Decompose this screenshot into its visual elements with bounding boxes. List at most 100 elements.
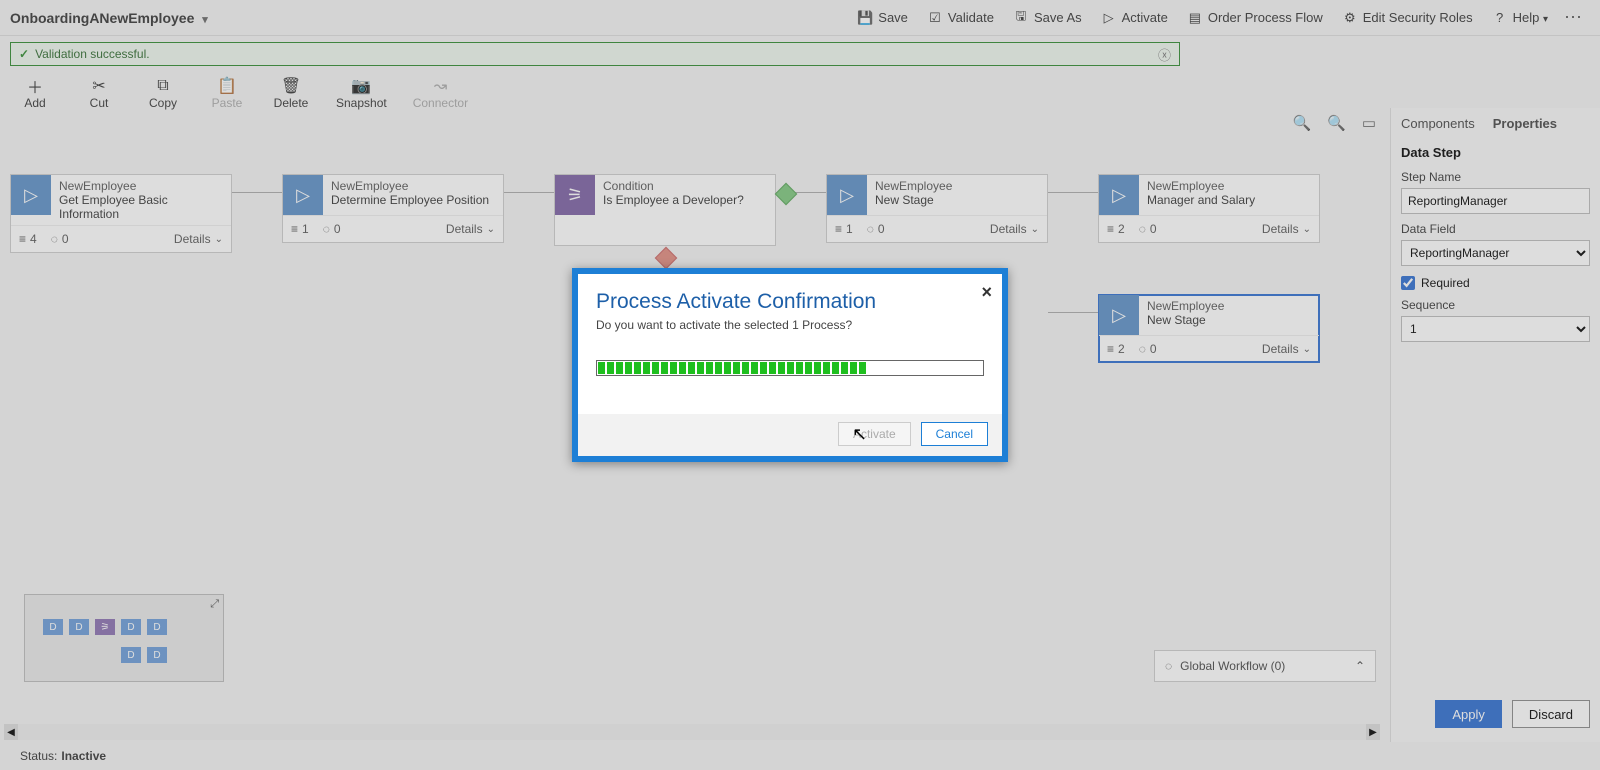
zoom-out-icon[interactable]: 🔍 xyxy=(1292,114,1311,132)
snapshot-icon: 📷 xyxy=(351,76,371,96)
stage-icon: ▷ xyxy=(827,175,867,215)
details-toggle[interactable]: Details⌄ xyxy=(446,222,495,236)
steps-icon: ≡ xyxy=(835,222,842,236)
paste-icon: 📋 xyxy=(217,76,237,96)
save-label: Save xyxy=(878,10,908,25)
minimap[interactable]: ⤢ D D ⚞ D D D D xyxy=(24,594,224,682)
stage-icon: ▷ xyxy=(283,175,323,215)
steps-icon: ≡ xyxy=(291,222,298,236)
node-entity: NewEmployee xyxy=(875,179,1039,193)
edit-security-roles-button[interactable]: ⚙ Edit Security Roles xyxy=(1333,6,1483,29)
step-name-input[interactable] xyxy=(1401,188,1590,214)
sequence-select[interactable]: 1 xyxy=(1401,316,1590,342)
delete-tool[interactable]: 🗑Delete xyxy=(272,76,310,110)
workflow-icon: ◌ xyxy=(1165,659,1172,673)
tab-properties[interactable]: Properties xyxy=(1493,116,1557,131)
dialog-cancel-button[interactable]: Cancel xyxy=(921,422,988,446)
connector-icon: ↝ xyxy=(434,76,447,96)
steps-icon: ≡ xyxy=(19,232,26,246)
validation-close-icon[interactable]: ⓧ xyxy=(1158,45,1171,64)
required-checkbox[interactable] xyxy=(1401,276,1415,290)
validation-message: Validation successful. xyxy=(35,47,150,61)
stage-icon: ▷ xyxy=(11,175,51,215)
chevron-down-icon: ▾ xyxy=(202,14,208,26)
activate-button[interactable]: ▷ Activate xyxy=(1092,6,1178,29)
node-entity: NewEmployee xyxy=(1147,179,1311,193)
node-entity: NewEmployee xyxy=(59,179,223,193)
stage-node[interactable]: ▷ NewEmployee New Stage ≡1 ◌0 Details⌄ xyxy=(826,174,1048,243)
app-header: OnboardingANewEmployee ▾ 💾 Save ☑ Valida… xyxy=(0,0,1600,36)
add-icon: ＋ xyxy=(27,76,43,96)
activate-label: Activate xyxy=(1122,10,1168,25)
workflow-icon: ◌ xyxy=(323,222,330,236)
workflow-icon: ◌ xyxy=(867,222,874,236)
node-name: Manager and Salary xyxy=(1147,193,1311,207)
validate-icon: ☑ xyxy=(928,11,942,25)
stage-node-selected[interactable]: ▷ NewEmployee New Stage ≡2 ◌0 Details⌄ xyxy=(1098,294,1320,363)
discard-button[interactable]: Discard xyxy=(1512,700,1590,728)
progress-bar xyxy=(596,360,984,376)
node-name: Determine Employee Position xyxy=(331,193,495,207)
workflow-icon: ◌ xyxy=(1139,342,1146,356)
wf-count: 0 xyxy=(62,232,69,246)
apply-button[interactable]: Apply xyxy=(1435,700,1502,728)
dialog-close-icon[interactable]: × xyxy=(981,282,992,303)
scroll-right-icon[interactable]: ▶ xyxy=(1366,724,1380,740)
steps-count: 2 xyxy=(1118,342,1125,356)
fit-screen-icon[interactable]: ▭ xyxy=(1362,114,1376,132)
minimap-expand-icon[interactable]: ⤢ xyxy=(210,598,219,611)
security-label: Edit Security Roles xyxy=(1363,10,1473,25)
steps-icon: ≡ xyxy=(1107,222,1114,236)
wf-count: 0 xyxy=(878,222,885,236)
status-label: Status: xyxy=(20,749,57,763)
tab-components[interactable]: Components xyxy=(1401,116,1475,131)
wf-count: 0 xyxy=(1150,342,1157,356)
stage-node[interactable]: ▷ NewEmployee Get Employee Basic Informa… xyxy=(10,174,232,253)
details-toggle[interactable]: Details ⌄ xyxy=(990,222,1039,236)
required-label: Required xyxy=(1421,276,1470,290)
connector-line xyxy=(1048,312,1098,313)
scroll-left-icon[interactable]: ◀ xyxy=(4,724,18,740)
validate-button[interactable]: ☑ Validate xyxy=(918,6,1004,29)
stage-node[interactable]: ▷ NewEmployee Determine Employee Positio… xyxy=(282,174,504,243)
save-as-button[interactable]: 🖫 Save As xyxy=(1004,6,1092,29)
cut-tool[interactable]: ✂Cut xyxy=(80,76,118,110)
copy-tool[interactable]: ⧉Copy xyxy=(144,76,182,110)
node-entity: NewEmployee xyxy=(331,179,495,193)
security-icon: ⚙ xyxy=(1343,11,1357,25)
chevron-down-icon: ⌄ xyxy=(215,234,223,245)
global-workflow-label: Global Workflow (0) xyxy=(1180,659,1285,673)
data-field-select[interactable]: ReportingManager xyxy=(1401,240,1590,266)
panel-section-title: Data Step xyxy=(1401,145,1590,160)
help-button[interactable]: ? Help ▾ xyxy=(1483,6,1558,29)
workflow-icon: ◌ xyxy=(51,232,58,246)
process-title-text: OnboardingANewEmployee xyxy=(10,10,194,26)
dialog-activate-button: Activate xyxy=(838,422,911,446)
add-tool[interactable]: ＋Add xyxy=(16,76,54,110)
save-button[interactable]: 💾 Save xyxy=(848,6,918,29)
zoom-in-icon[interactable]: 🔍 xyxy=(1327,114,1346,132)
details-toggle[interactable]: Details⌄ xyxy=(1262,342,1311,356)
zoom-controls: 🔍 🔍 ▭ xyxy=(1292,114,1376,132)
properties-panel: Components Properties Data Step Step Nam… xyxy=(1390,108,1600,742)
horizontal-scrollbar[interactable]: ◀ ▶ xyxy=(4,724,1380,740)
paste-tool: 📋Paste xyxy=(208,76,246,110)
chevron-down-icon: ⌄ xyxy=(1031,224,1039,235)
more-menu[interactable]: ⋯ xyxy=(1558,7,1590,28)
process-title[interactable]: OnboardingANewEmployee ▾ xyxy=(10,10,208,26)
details-toggle[interactable]: Details⌄ xyxy=(174,232,223,246)
details-toggle[interactable]: Details⌄ xyxy=(1262,222,1311,236)
workflow-icon: ◌ xyxy=(1139,222,1146,236)
order-process-flow-button[interactable]: ▤ Order Process Flow xyxy=(1178,6,1333,29)
save-icon: 💾 xyxy=(858,11,872,25)
node-name: Get Employee Basic Information xyxy=(59,193,223,221)
chevron-down-icon: ⌄ xyxy=(1303,224,1311,235)
details-label: Details xyxy=(990,222,1027,236)
global-workflow-panel[interactable]: ◌ Global Workflow (0) ⌃ xyxy=(1154,650,1376,682)
snapshot-tool[interactable]: 📷Snapshot xyxy=(336,76,387,110)
dialog-title: Process Activate Confirmation xyxy=(596,290,984,314)
condition-node[interactable]: ⚞ Condition Is Employee a Developer? xyxy=(554,174,776,246)
node-entity: Condition xyxy=(603,179,767,193)
steps-count: 4 xyxy=(30,232,37,246)
stage-node[interactable]: ▷ NewEmployee Manager and Salary ≡2 ◌0 D… xyxy=(1098,174,1320,243)
